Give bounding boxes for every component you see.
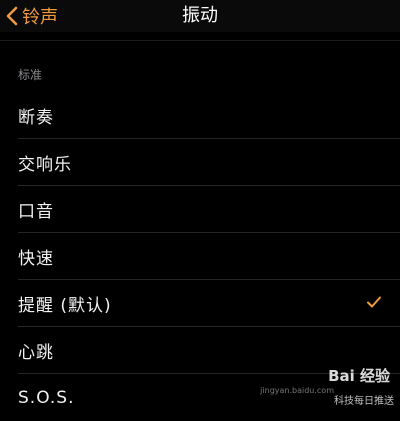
list-item[interactable]: 提醒 (默认) bbox=[0, 280, 400, 327]
section-header: 标准 bbox=[18, 68, 43, 82]
list-item-label: 交响乐 bbox=[18, 155, 72, 175]
list-item-label: 快速 bbox=[18, 249, 54, 269]
list-item-label: 提醒 (默认) bbox=[18, 296, 112, 316]
list-item-label: S.O.S. bbox=[18, 387, 75, 408]
list-item-label: 心跳 bbox=[18, 343, 54, 363]
navigation-bar: 铃声 振动 bbox=[0, 0, 400, 32]
checkmark-icon bbox=[366, 294, 382, 310]
list-item-label: 断奏 bbox=[18, 108, 54, 128]
watermark-caption: 科技每日推送 bbox=[334, 396, 394, 407]
list-item-label: 口音 bbox=[18, 202, 54, 222]
watermark-url: jingyan.baidu.com bbox=[260, 386, 334, 395]
divider bbox=[0, 40, 400, 41]
watermark: Bai 经验 jingyan.baidu.com 科技每日推送 bbox=[260, 365, 394, 409]
list-item[interactable]: 快速 bbox=[0, 233, 400, 280]
page-title: 振动 bbox=[182, 5, 218, 26]
watermark-logo: Bai 经验 bbox=[328, 367, 390, 385]
list-item[interactable]: 断奏 bbox=[0, 92, 400, 139]
list-item[interactable]: 交响乐 bbox=[0, 139, 400, 186]
list-item[interactable]: 口音 bbox=[0, 186, 400, 233]
